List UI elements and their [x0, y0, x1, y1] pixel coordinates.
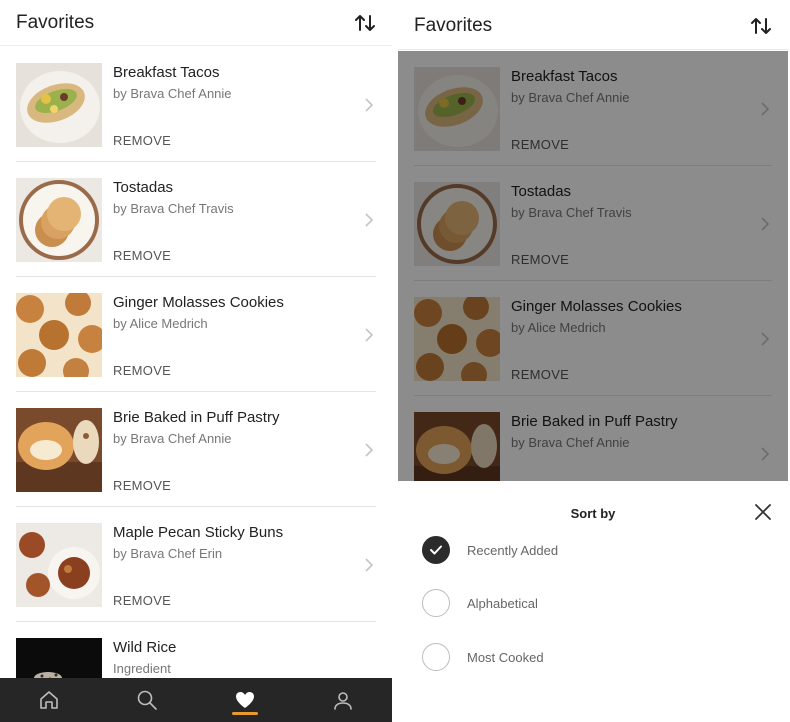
- breakfast-tacos-photo: [16, 63, 102, 147]
- tab-profile[interactable]: [313, 678, 373, 722]
- tab-favorites[interactable]: [215, 678, 275, 722]
- item-author: by Brava Chef Annie: [113, 86, 232, 101]
- chevron-right-icon: [365, 213, 374, 227]
- favorites-screen: Favorites Breakfast Tacos by Brava Chef …: [0, 0, 392, 722]
- item-author: by Brava Chef Erin: [113, 546, 223, 561]
- chevron-right-icon: [365, 98, 374, 112]
- item-author: by Brava Chef Travis: [113, 201, 234, 216]
- tostadas-photo: [16, 178, 102, 262]
- sort-option-recently-added[interactable]: Recently Added: [422, 536, 558, 564]
- bottom-tab-bar: [0, 678, 392, 722]
- sort-sheet: Sort by Recently Added Alphabetical Most…: [398, 481, 788, 722]
- page-title: Favorites: [414, 14, 493, 36]
- tab-search[interactable]: [117, 678, 177, 722]
- item-author: by Brava Chef Annie: [113, 431, 232, 446]
- radio-unselected[interactable]: [422, 589, 450, 617]
- profile-icon: [334, 692, 352, 710]
- app-header: Favorites: [398, 2, 788, 50]
- favorites-list: Breakfast Tacos by Brava Chef Annie REMO…: [0, 47, 392, 722]
- chevron-right-icon: [365, 443, 374, 457]
- chevron-right-icon: [365, 558, 374, 572]
- item-title: Brie Baked in Puff Pastry: [113, 409, 280, 426]
- sticky-buns-photo: [16, 523, 102, 607]
- sort-option-alphabetical[interactable]: Alphabetical: [422, 589, 538, 617]
- home-icon: [40, 691, 58, 709]
- remove-button[interactable]: REMOVE: [113, 593, 171, 608]
- sheet-title: Sort by: [570, 506, 616, 521]
- list-item[interactable]: Breakfast Tacos by Brava Chef Annie REMO…: [16, 47, 376, 162]
- item-title: Maple Pecan Sticky Buns: [113, 524, 284, 541]
- list-item[interactable]: Maple Pecan Sticky Buns by Brava Chef Er…: [16, 507, 376, 622]
- chevron-right-icon: [365, 328, 374, 342]
- option-label: Alphabetical: [467, 595, 538, 611]
- item-title: Ginger Molasses Cookies: [113, 294, 284, 311]
- sort-option-most-cooked[interactable]: Most Cooked: [422, 643, 544, 671]
- list-item[interactable]: Ginger Molasses Cookies by Alice Medrich…: [16, 277, 376, 392]
- remove-button[interactable]: REMOVE: [113, 133, 171, 148]
- checkmark-icon: [430, 545, 442, 555]
- close-icon[interactable]: [754, 503, 772, 521]
- option-label: Most Cooked: [467, 649, 544, 665]
- item-author: by Alice Medrich: [113, 316, 208, 331]
- brie-photo: [16, 408, 102, 492]
- favorites-sort-screen: Favorites Breakfast Tacos by Brava Chef …: [398, 0, 788, 722]
- remove-button[interactable]: REMOVE: [113, 248, 171, 263]
- item-title: Wild Rice: [113, 639, 177, 656]
- app-header: Favorites: [0, 0, 392, 46]
- heart-icon: [236, 692, 254, 708]
- item-title: Breakfast Tacos: [113, 64, 220, 81]
- radio-unselected[interactable]: [422, 643, 450, 671]
- radio-selected[interactable]: [422, 536, 450, 564]
- search-icon: [137, 690, 157, 710]
- page-title: Favorites: [16, 11, 95, 33]
- cookies-photo: [16, 293, 102, 377]
- remove-button[interactable]: REMOVE: [113, 363, 171, 378]
- sort-icon[interactable]: [354, 12, 376, 34]
- list-item[interactable]: Brie Baked in Puff Pastry by Brava Chef …: [16, 392, 376, 507]
- option-label: Recently Added: [467, 542, 559, 558]
- item-type: Ingredient: [113, 661, 171, 676]
- tab-home[interactable]: [19, 678, 79, 722]
- list-item[interactable]: Tostadas by Brava Chef Travis REMOVE: [16, 162, 376, 277]
- screenshot-stage: Favorites Breakfast Tacos by Brava Chef …: [0, 0, 790, 722]
- remove-button[interactable]: REMOVE: [113, 478, 171, 493]
- modal-backdrop[interactable]: [398, 51, 788, 481]
- item-title: Tostadas: [113, 179, 174, 196]
- sort-icon[interactable]: [750, 15, 772, 37]
